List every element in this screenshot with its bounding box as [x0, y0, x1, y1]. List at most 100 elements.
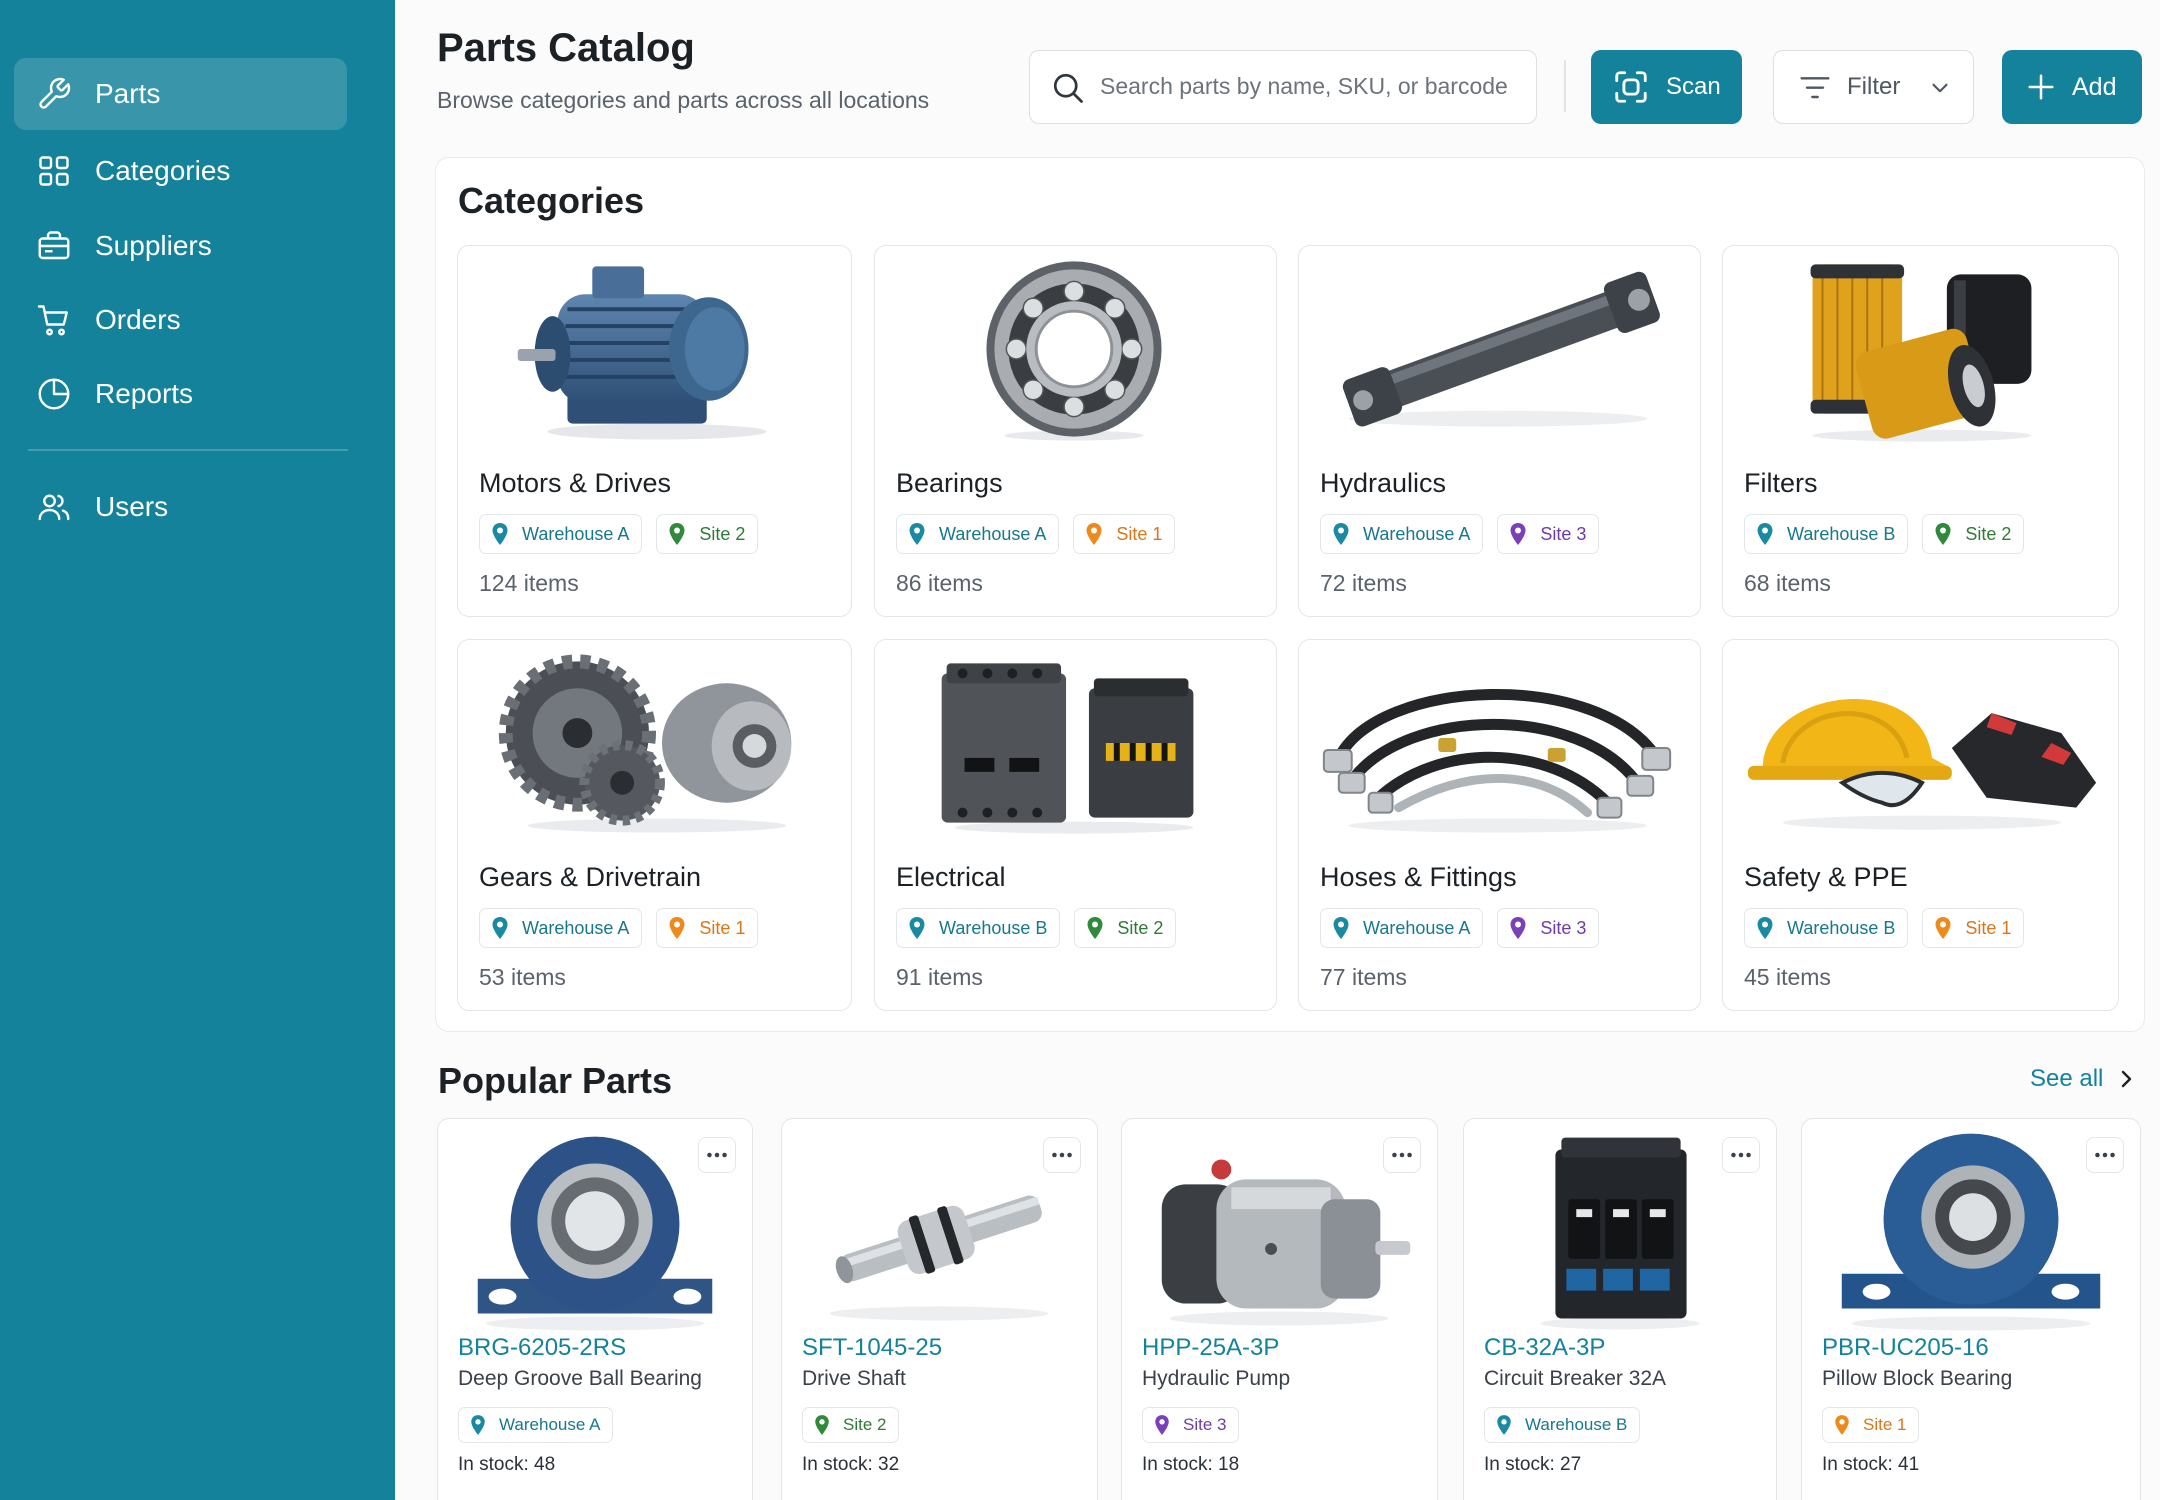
category-name: Gears & Drivetrain — [479, 862, 702, 892]
more-options-button[interactable] — [698, 1137, 736, 1173]
stock-count: In stock: 32 — [802, 1454, 900, 1475]
bearing-image — [875, 254, 1276, 444]
sidebar-item-label: Categories — [95, 155, 231, 186]
page-subtitle: Browse categories and parts across all l… — [437, 87, 930, 113]
location-label: Warehouse B — [939, 917, 1048, 938]
scan-icon — [1612, 68, 1650, 106]
location-tag: Site 3 — [1497, 514, 1600, 554]
sidebar-item-label: Orders — [95, 304, 181, 335]
chevron-right-icon — [2122, 1070, 2132, 1088]
wrench-icon — [36, 76, 72, 112]
location-label: Warehouse B — [1525, 1415, 1628, 1434]
location-label: Warehouse A — [522, 917, 630, 938]
sidebar-item-reports[interactable]: Reports — [14, 358, 347, 430]
sidebar-item-label: Users — [95, 491, 169, 522]
sidebar-item-users[interactable]: Users — [14, 471, 347, 543]
map-pin-icon — [1497, 1415, 1511, 1435]
more-horizontal-icon — [1731, 1152, 1751, 1158]
location-tags: Site 3 — [1142, 1407, 1240, 1443]
cart-icon — [36, 302, 72, 338]
map-pin-icon — [1155, 1415, 1169, 1435]
location-label: Site 1 — [699, 917, 746, 938]
more-options-button[interactable] — [1722, 1137, 1760, 1173]
location-label: Warehouse A — [522, 523, 630, 544]
stock-count: In stock: 18 — [1142, 1454, 1240, 1475]
filter-button[interactable]: Filter — [1773, 50, 1974, 124]
pie-chart-icon — [36, 376, 72, 412]
scan-button[interactable]: Scan — [1591, 50, 1742, 124]
part-card[interactable]: BRG-6205-2RS Deep Groove Ball Bearing Wa… — [437, 1118, 753, 1500]
see-all-link[interactable]: See all — [2030, 1065, 2137, 1093]
add-button[interactable]: Add — [2002, 50, 2142, 124]
part-card[interactable]: SFT-1045-25 Drive Shaft Site 2 In stock:… — [781, 1118, 1098, 1500]
part-sku: HPP-25A-3P — [1142, 1334, 1280, 1361]
category-count: 77 items — [1320, 964, 1407, 990]
sidebar-item-orders[interactable]: Orders — [14, 284, 347, 356]
location-label: Site 3 — [1540, 523, 1587, 544]
more-options-button[interactable] — [1043, 1137, 1081, 1173]
more-horizontal-icon — [2095, 1152, 2115, 1158]
filter-icon — [1799, 73, 1831, 103]
category-card-electrical[interactable]: Electrical Warehouse B Site 2 91 items — [874, 639, 1277, 1011]
map-pin-icon — [492, 917, 508, 939]
category-card-hydraulics[interactable]: Hydraulics Warehouse A Site 3 72 items — [1298, 245, 1701, 617]
category-count: 72 items — [1320, 570, 1407, 596]
category-card-gears-drivetrain[interactable]: Gears & Drivetrain Warehouse A Site 1 53… — [457, 639, 852, 1011]
category-name: Motors & Drives — [479, 468, 672, 498]
location-tags: Warehouse A Site 3 — [1320, 908, 1600, 948]
map-pin-icon — [1935, 917, 1951, 939]
part-card[interactable]: PBR-UC205-16 Pillow Block Bearing Site 1… — [1801, 1118, 2141, 1500]
map-pin-icon — [1510, 523, 1526, 545]
users-icon — [36, 489, 72, 525]
see-all-label: See all — [2030, 1065, 2104, 1092]
location-label: Warehouse B — [1787, 523, 1896, 544]
category-name: Filters — [1744, 468, 1818, 498]
part-card[interactable]: HPP-25A-3P Hydraulic Pump Site 3 In stoc… — [1121, 1118, 1438, 1500]
map-pin-icon — [1757, 917, 1773, 939]
category-card-hoses-fittings[interactable]: Hoses & Fittings Warehouse A Site 3 77 i… — [1298, 639, 1701, 1011]
page-title: Parts Catalog — [437, 26, 695, 70]
location-label: Warehouse B — [1787, 917, 1896, 938]
filter-label: Filter — [1847, 73, 1901, 100]
scan-label: Scan — [1666, 73, 1721, 100]
category-card-bearings[interactable]: Bearings Warehouse A Site 1 86 items — [874, 245, 1277, 617]
map-pin-icon — [1333, 917, 1349, 939]
more-options-button[interactable] — [1383, 1137, 1421, 1173]
location-tag: Warehouse A — [896, 514, 1060, 554]
part-card[interactable]: CB-32A-3P Circuit Breaker 32A Warehouse … — [1463, 1118, 1777, 1500]
location-tag: Site 2 — [1922, 514, 2025, 554]
map-pin-icon — [909, 917, 925, 939]
contactors-image — [875, 648, 1276, 838]
gears-image — [458, 648, 851, 838]
search-input[interactable] — [1100, 51, 1520, 121]
location-label: Site 3 — [1540, 917, 1587, 938]
sidebar-item-parts[interactable]: Parts — [14, 58, 347, 130]
category-count: 68 items — [1744, 570, 1831, 596]
category-name: Bearings — [896, 468, 1003, 498]
location-tag: Warehouse A — [479, 514, 643, 554]
map-pin-icon — [1510, 917, 1526, 939]
category-name: Safety & PPE — [1744, 862, 1908, 892]
hydraulic-cylinder-image — [1299, 254, 1700, 444]
location-label: Warehouse A — [1363, 523, 1471, 544]
location-label: Site 2 — [1117, 917, 1164, 938]
sidebar-item-categories[interactable]: Categories — [14, 135, 347, 207]
category-card-safety-ppe[interactable]: Safety & PPE Warehouse B Site 1 45 items — [1722, 639, 2119, 1011]
location-tag: Site 2 — [802, 1407, 900, 1443]
location-tag: Warehouse B — [896, 908, 1061, 948]
map-pin-icon — [1087, 917, 1103, 939]
more-options-button[interactable] — [2086, 1137, 2124, 1173]
sidebar: Parts Categories Suppliers Orders Report… — [0, 0, 395, 1500]
sidebar-item-suppliers[interactable]: Suppliers — [14, 210, 347, 282]
part-name: Pillow Block Bearing — [1822, 1367, 2013, 1390]
chevron-down-icon — [1927, 75, 1953, 101]
location-tags: Warehouse B Site 2 — [1744, 514, 2025, 554]
category-card-filters[interactable]: Filters Warehouse B Site 2 68 items — [1722, 245, 2119, 617]
location-tags: Warehouse A Site 1 — [479, 908, 759, 948]
location-tag: Warehouse A — [458, 1407, 614, 1443]
map-pin-icon — [471, 1415, 485, 1435]
category-card-motors-drives[interactable]: Motors & Drives Warehouse A Site 2 124 i… — [457, 245, 852, 617]
location-tag: Site 1 — [656, 908, 759, 948]
location-tag: Warehouse B — [1744, 908, 1909, 948]
location-label: Site 1 — [1116, 523, 1163, 544]
